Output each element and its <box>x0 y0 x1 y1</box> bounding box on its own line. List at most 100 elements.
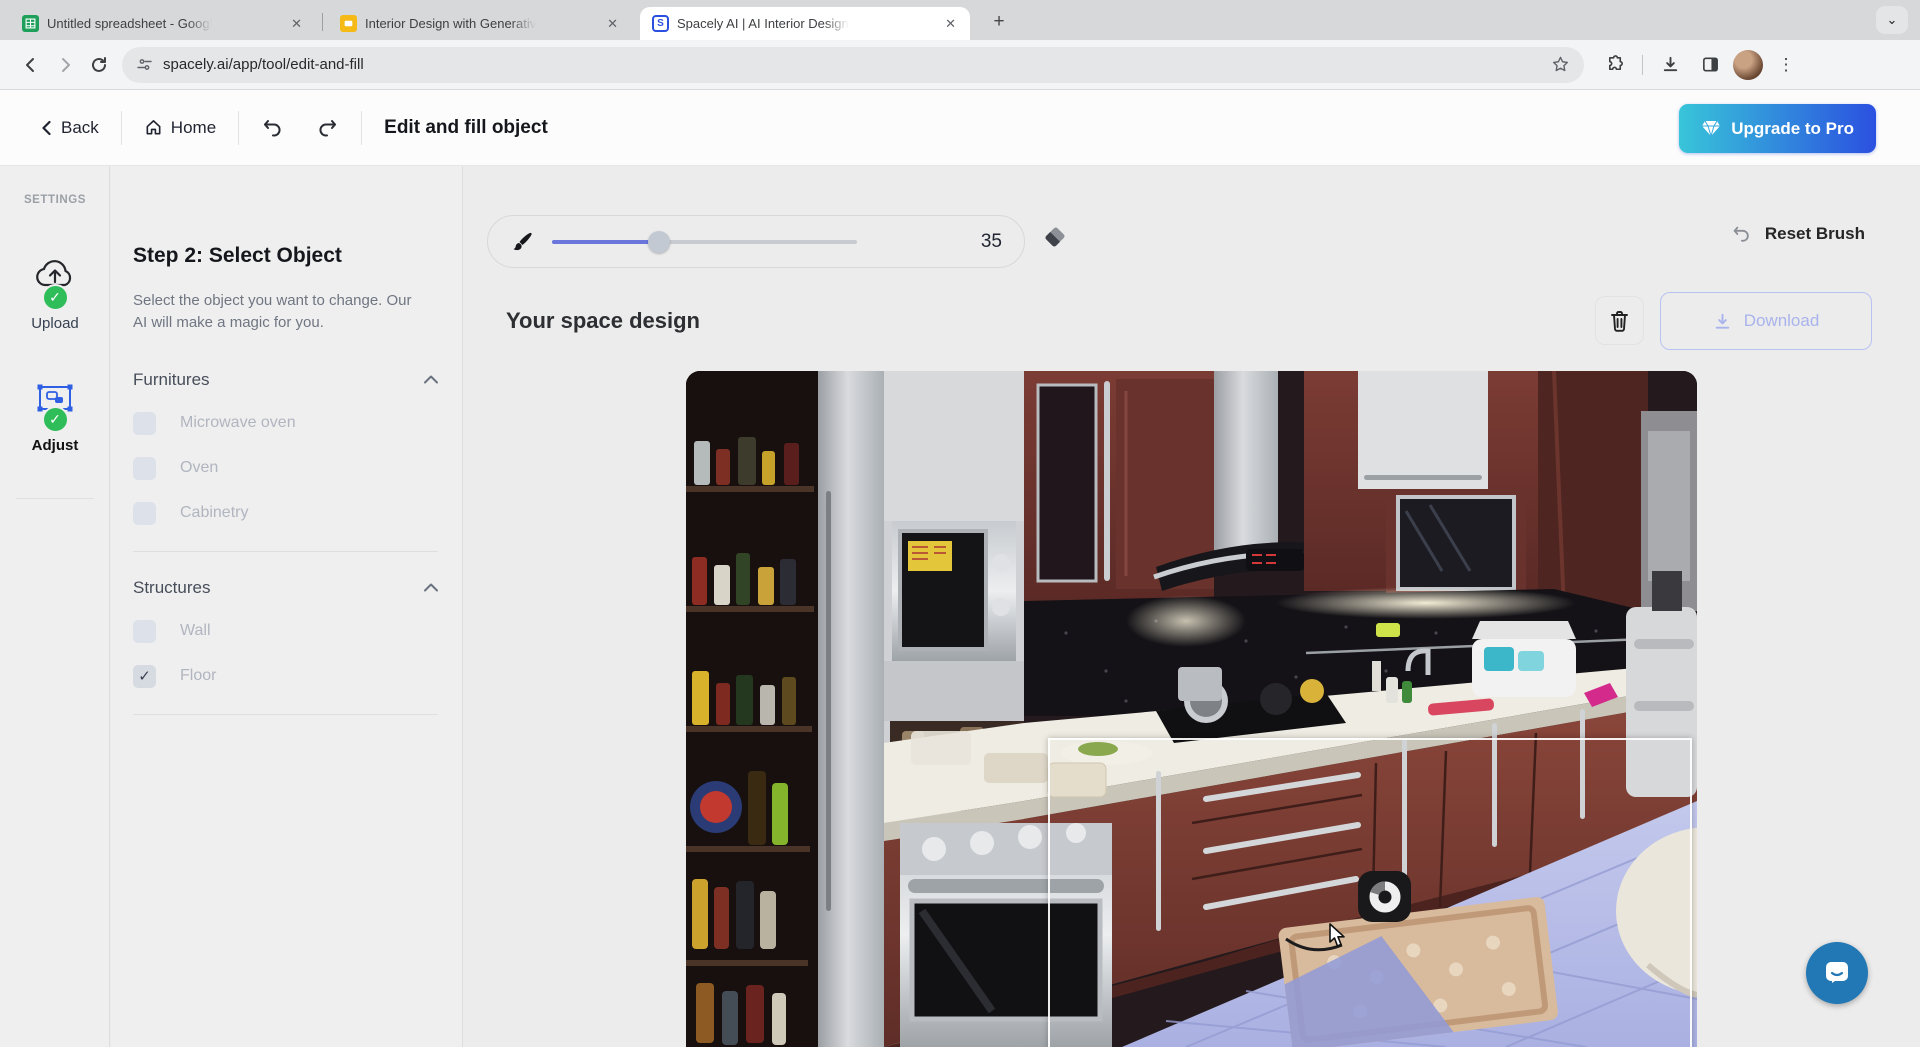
download-button[interactable]: Download <box>1660 292 1872 350</box>
settings-section-label: SETTINGS <box>0 194 110 206</box>
tab-title: Spacely AI | AI Interior Design <box>677 16 849 31</box>
divider <box>361 111 362 145</box>
group-label: Structures <box>133 578 210 598</box>
browser-forward-icon[interactable] <box>48 48 82 82</box>
home-button[interactable]: Home <box>144 118 216 138</box>
checkbox-row-wall[interactable]: Wall <box>133 620 438 643</box>
browser-back-icon[interactable] <box>14 48 48 82</box>
reload-icon[interactable] <box>82 48 116 82</box>
tab-slides[interactable]: Interior Design with Generativ ✕ <box>328 7 632 40</box>
undo-icon[interactable] <box>261 117 283 139</box>
checkbox-label: Wall <box>180 622 211 640</box>
home-label: Home <box>171 118 216 138</box>
slider-thumb[interactable] <box>648 231 670 253</box>
reset-brush-label: Reset Brush <box>1765 224 1865 244</box>
adjust-label: Adjust <box>32 437 79 454</box>
checkbox-row-oven[interactable]: Oven <box>133 457 438 480</box>
home-icon <box>144 118 163 137</box>
delete-design-button[interactable] <box>1595 296 1644 345</box>
adjust-complete-check-icon: ✓ <box>42 406 69 433</box>
back-button[interactable]: Back <box>40 118 99 138</box>
brush-size-value: 35 <box>981 231 1002 253</box>
checkbox-label: Cabinetry <box>180 504 248 522</box>
step-panel: Step 2: Select Object Select the object … <box>111 166 463 1047</box>
checkbox-row-microwave-oven[interactable]: Microwave oven <box>133 412 438 435</box>
new-tab-button[interactable]: + <box>985 8 1013 36</box>
step-description: Select the object you want to change. Ou… <box>133 290 423 334</box>
app-header: Back Home Edit and fill object Upgrade t… <box>0 90 1920 166</box>
bookmark-star-icon[interactable] <box>1551 55 1570 74</box>
gem-icon <box>1701 120 1721 138</box>
step-title: Step 2: Select Object <box>133 244 438 268</box>
design-canvas-image[interactable] <box>686 371 1697 1047</box>
close-icon[interactable]: ✕ <box>287 14 306 34</box>
checkbox-label: Floor <box>180 667 216 685</box>
profile-avatar[interactable] <box>1733 50 1763 80</box>
browser-tabstrip: Untitled spreadsheet - Googl ✕ Interior … <box>0 0 1920 40</box>
back-label: Back <box>61 118 99 138</box>
chevron-up-icon <box>424 375 438 384</box>
brush-size-control: 35 <box>487 215 1025 268</box>
checkbox-label: Oven <box>180 459 218 477</box>
site-settings-icon[interactable] <box>136 56 153 73</box>
downloads-icon[interactable] <box>1653 48 1687 82</box>
checkbox-row-floor[interactable]: ✓ Floor <box>133 665 438 688</box>
download-icon <box>1713 312 1732 331</box>
tab-list-chevron-button[interactable]: ⌄ <box>1876 6 1908 34</box>
tab-title: Interior Design with Generativ <box>365 16 536 31</box>
side-panel-icon[interactable] <box>1693 48 1727 82</box>
divider <box>1642 55 1643 75</box>
eraser-icon[interactable] <box>1042 226 1068 250</box>
checkbox-unchecked[interactable] <box>133 502 156 525</box>
browser-navbar: spacely.ai/app/tool/edit-and-fill ⋮ <box>0 40 1920 90</box>
close-icon[interactable]: ✕ <box>941 14 960 34</box>
divider <box>133 551 438 552</box>
close-icon[interactable]: ✕ <box>603 14 622 34</box>
mouse-cursor <box>1327 923 1349 949</box>
upload-complete-check-icon: ✓ <box>42 284 69 311</box>
group-structures[interactable]: Structures <box>133 578 438 598</box>
upgrade-to-pro-button[interactable]: Upgrade to Pro <box>1679 104 1876 153</box>
checkbox-label: Microwave oven <box>180 414 296 432</box>
divider <box>121 111 122 145</box>
browser-menu-icon[interactable]: ⋮ <box>1769 48 1803 82</box>
checkbox-unchecked[interactable] <box>133 457 156 480</box>
google-sheets-icon <box>22 15 39 32</box>
redo-icon[interactable] <box>317 117 339 139</box>
group-furnitures[interactable]: Furnitures <box>133 370 438 390</box>
brush-size-slider[interactable] <box>552 240 857 244</box>
group-label: Furnitures <box>133 370 210 390</box>
spinner-donut-icon <box>1367 879 1403 915</box>
sidebar-item-upload[interactable]: ✓ Upload <box>0 258 110 332</box>
navbar-actions: ⋮ <box>1598 48 1803 82</box>
upload-label: Upload <box>31 315 79 332</box>
google-slides-icon <box>340 15 357 32</box>
tab-title: Untitled spreadsheet - Googl <box>47 16 212 31</box>
url-bar[interactable]: spacely.ai/app/tool/edit-and-fill <box>122 47 1584 83</box>
chat-bubble-icon <box>1822 958 1852 988</box>
trash-icon <box>1609 310 1630 332</box>
checkbox-unchecked[interactable] <box>133 412 156 435</box>
divider <box>16 498 94 499</box>
brush-processing-indicator <box>1358 871 1411 922</box>
tab-spreadsheet[interactable]: Untitled spreadsheet - Googl ✕ <box>10 7 316 40</box>
reset-brush-button[interactable]: Reset Brush <box>1731 224 1865 244</box>
url-text: spacely.ai/app/tool/edit-and-fill <box>163 56 364 73</box>
extensions-icon[interactable] <box>1598 48 1632 82</box>
tab-spacely-active[interactable]: S Spacely AI | AI Interior Design ✕ <box>640 7 970 40</box>
page-title: Edit and fill object <box>384 117 548 139</box>
divider <box>133 714 438 715</box>
slider-fill <box>552 240 659 244</box>
brush-icon <box>510 230 534 254</box>
main-area: 35 Reset Brush Your space design Downloa… <box>464 166 1920 1047</box>
sidebar-item-adjust[interactable]: ✓ Adjust <box>0 382 110 454</box>
reset-icon <box>1731 224 1751 244</box>
screen: Untitled spreadsheet - Googl ✕ Interior … <box>0 0 1920 1047</box>
checkbox-checked[interactable]: ✓ <box>133 665 156 688</box>
checkbox-unchecked[interactable] <box>133 620 156 643</box>
chat-support-button[interactable] <box>1806 942 1868 1004</box>
upgrade-label: Upgrade to Pro <box>1731 119 1854 139</box>
checkbox-row-cabinetry[interactable]: Cabinetry <box>133 502 438 525</box>
tab-divider <box>322 13 323 31</box>
download-label: Download <box>1744 311 1820 331</box>
